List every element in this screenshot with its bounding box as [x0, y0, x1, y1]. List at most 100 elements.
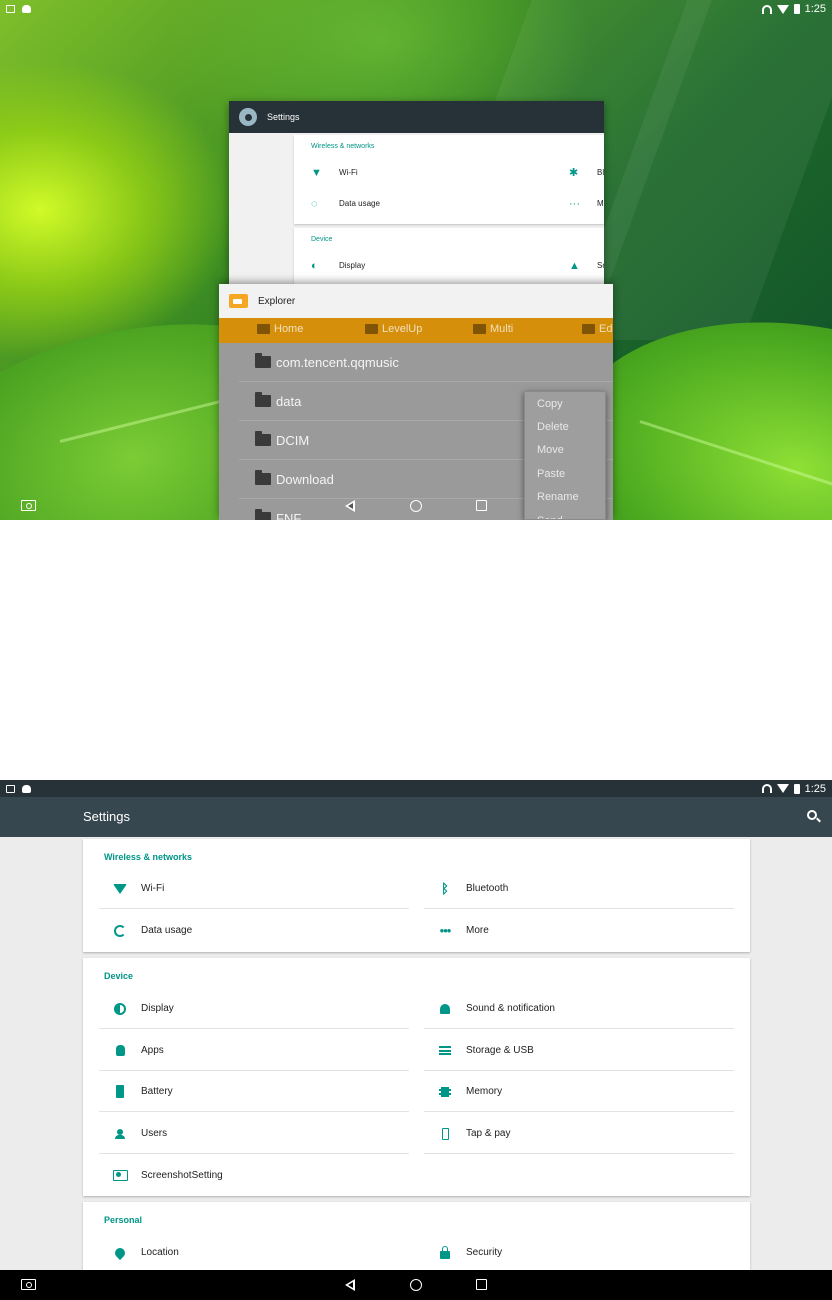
toolbar-label: Home — [274, 323, 304, 335]
battery-status-icon — [793, 4, 800, 14]
recent-section-wireless: Wireless & networks ▼ Wi-Fi ✱ Bl ◌ Data … — [294, 135, 604, 224]
screenshot-icon[interactable] — [21, 1279, 36, 1290]
setting-item-tap-pay[interactable]: Tap & pay — [424, 1113, 734, 1154]
setting-item-screenshot[interactable]: ScreenshotSetting — [99, 1155, 409, 1196]
settings-screen: 1:25 Settings Wireless & networks Wi-Fi … — [0, 780, 832, 1300]
recent-row: ◐ Display ▲ So — [294, 250, 604, 281]
file-row[interactable]: com.tencent.qqmusic — [239, 343, 613, 382]
setting-item-location[interactable]: Location — [99, 1232, 409, 1273]
context-menu-copy[interactable]: Copy — [525, 392, 605, 415]
app-bar: Settings — [0, 797, 832, 837]
data-usage-icon — [112, 923, 128, 939]
setting-item-battery[interactable]: Battery — [99, 1071, 409, 1112]
context-menu-move[interactable]: Move — [525, 439, 605, 462]
tap-pay-icon — [437, 1126, 453, 1142]
display-icon — [112, 1001, 128, 1017]
folder-icon — [255, 431, 271, 446]
setting-item-label: Sound & notification — [466, 1003, 555, 1014]
recents-screen: 1:25 Settings Wireless & networks ▼ Wi-F… — [0, 0, 832, 520]
setting-item-bluetooth[interactable]: ᛒ Bluetooth — [424, 868, 734, 909]
recent-item-label: Wi-Fi — [339, 168, 358, 177]
clock: 1:25 — [804, 3, 826, 15]
image-notification-icon — [6, 784, 15, 793]
bluetooth-icon: ᛒ — [441, 881, 449, 896]
setting-item-storage[interactable]: Storage & USB — [424, 1030, 734, 1071]
setting-item-memory[interactable]: Memory — [424, 1071, 734, 1112]
setting-item-display[interactable]: Display — [99, 988, 409, 1029]
setting-item-apps[interactable]: Apps — [99, 1030, 409, 1071]
context-menu-paste[interactable]: Paste — [525, 462, 605, 485]
folder-up-icon — [365, 324, 378, 334]
setting-item-security[interactable]: Security — [424, 1232, 734, 1273]
toolbar-multi-button[interactable]: Multi — [473, 323, 513, 335]
recent-item-label: M — [597, 199, 604, 208]
toolbar-home-button[interactable]: Home — [257, 323, 303, 335]
back-button[interactable] — [345, 500, 355, 512]
recent-item-label: Display — [339, 261, 366, 270]
user-icon — [112, 1126, 128, 1142]
lock-icon — [437, 1245, 453, 1261]
setting-item-label: Battery — [141, 1086, 173, 1097]
recent-card-title: Explorer — [258, 295, 296, 307]
setting-item-label: Display — [141, 1003, 174, 1014]
data-usage-icon: ◌ — [311, 197, 318, 210]
setting-item-label: ScreenshotSetting — [141, 1170, 223, 1181]
more-icon: ••• — [439, 922, 452, 938]
recent-card-header[interactable]: Settings — [229, 101, 604, 133]
toolbar-levelup-button[interactable]: LevelUp — [365, 323, 422, 335]
setting-item-label: Data usage — [141, 925, 193, 936]
wifi-icon: ▼ — [311, 166, 322, 179]
setting-item-sound[interactable]: Sound & notification — [424, 988, 734, 1029]
battery-icon — [112, 1084, 128, 1100]
android-notification-icon — [22, 784, 31, 793]
wifi-icon — [112, 881, 128, 897]
home-button[interactable] — [410, 1279, 422, 1291]
recent-card-title: Settings — [267, 112, 300, 122]
folder-icon — [255, 470, 271, 485]
setting-item-label: Storage & USB — [466, 1045, 534, 1056]
status-bar: 1:25 — [0, 780, 832, 797]
navigation-bar — [0, 1270, 832, 1300]
setting-item-users[interactable]: Users — [99, 1113, 409, 1154]
settings-gear-icon — [239, 108, 257, 126]
wifi-signal-icon — [776, 4, 789, 14]
edit-icon — [582, 324, 595, 334]
headset-icon — [761, 784, 772, 793]
setting-item-label: Location — [141, 1247, 179, 1258]
toolbar-label: Multi — [490, 323, 514, 335]
image-notification-icon — [6, 5, 15, 13]
android-notification-icon — [22, 5, 31, 13]
recent-section-title: Device — [311, 236, 333, 243]
recents-button[interactable] — [476, 1279, 487, 1290]
more-icon: ··· — [569, 197, 580, 210]
toolbar-label: Ed — [599, 323, 613, 335]
recents-button[interactable] — [476, 500, 487, 511]
file-name: data — [276, 393, 302, 409]
search-icon[interactable] — [807, 810, 817, 820]
recent-card-settings[interactable]: Settings Wireless & networks ▼ Wi-Fi ✱ B… — [229, 101, 604, 286]
context-menu-delete[interactable]: Delete — [525, 415, 605, 438]
recent-item-label: So — [597, 261, 604, 270]
section-title: Personal — [104, 1215, 143, 1225]
bell-icon: ▲ — [569, 259, 580, 272]
setting-item-label: Tap & pay — [466, 1128, 511, 1139]
setting-item-label: Memory — [466, 1086, 503, 1097]
section-device: Device Display Sound & notification Apps… — [83, 958, 750, 1196]
home-button[interactable] — [410, 500, 422, 512]
location-icon — [112, 1245, 128, 1261]
file-name: DCIM — [276, 432, 310, 448]
explorer-toolbar: Home LevelUp Multi Ed — [219, 318, 613, 343]
setting-item-data-usage[interactable]: Data usage — [99, 910, 409, 951]
setting-item-wifi[interactable]: Wi-Fi — [99, 868, 409, 909]
storage-icon — [437, 1043, 453, 1059]
recent-section-device: Device ◐ Display ▲ So — [294, 228, 604, 286]
bluetooth-icon: ✱ — [569, 167, 579, 179]
wifi-signal-icon — [776, 784, 789, 793]
recent-card-header[interactable]: Explorer — [219, 284, 613, 318]
screenshot-icon — [112, 1168, 128, 1184]
back-button[interactable] — [345, 1279, 355, 1291]
toolbar-edit-button[interactable]: Ed — [582, 323, 612, 335]
bell-icon — [437, 1001, 453, 1017]
setting-item-more[interactable]: ••• More — [424, 910, 734, 951]
screenshot-icon[interactable] — [21, 500, 36, 511]
